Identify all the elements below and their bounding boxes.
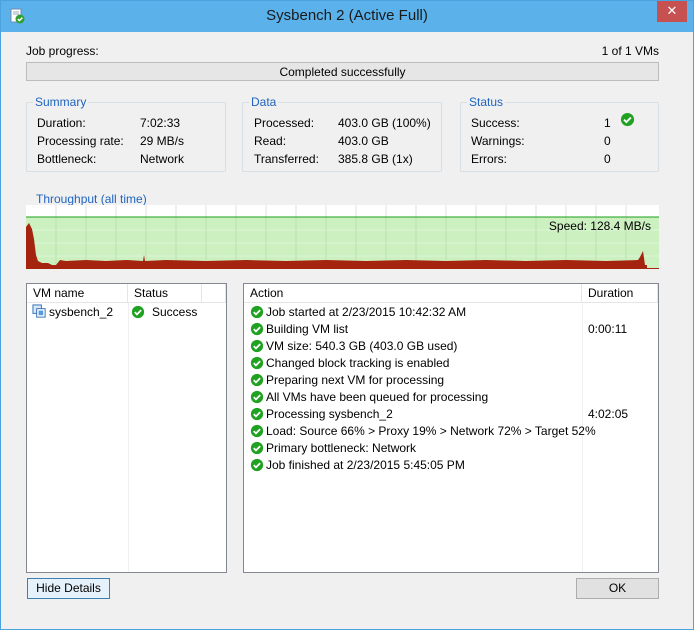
table-row[interactable]: Preparing next VM for processing (244, 372, 658, 389)
data-title: Data (249, 95, 279, 109)
summary-group: Summary Duration: 7:02:33 Processing rat… (26, 95, 226, 172)
column-header-vm-name[interactable]: VM name (27, 284, 128, 303)
action-log[interactable]: Action Duration Job started at 2/23/2015… (243, 283, 659, 573)
summary-title: Summary (33, 95, 89, 109)
dialog-body: Job progress: 1 of 1 VMs Completed succe… (9, 32, 685, 623)
success-check-icon (620, 112, 635, 127)
title-bar[interactable]: Sysbench 2 (Active Full) ✕ (1, 1, 693, 32)
status-label: Success: (471, 116, 520, 130)
success-check-icon (250, 322, 264, 336)
table-row[interactable]: Primary bottleneck: Network (244, 440, 658, 457)
speed-readout: Speed: 128.4 MB/s (548, 219, 651, 233)
hide-details-button[interactable]: Hide Details (27, 578, 110, 599)
data-label: Processed: (254, 116, 315, 130)
action-duration: 4:02:05 (588, 407, 629, 421)
progress-status-text: Completed successfully (279, 65, 406, 79)
summary-value: Network (140, 152, 185, 166)
vm-name: sysbench_2 (49, 305, 114, 319)
action-text: Changed block tracking is enabled (266, 356, 450, 370)
status-value: 1 (604, 116, 611, 130)
job-progress-bar: Completed successfully (26, 62, 659, 81)
column-header-filler (202, 284, 226, 303)
success-check-icon (250, 424, 264, 438)
column-header-status[interactable]: Status (128, 284, 202, 303)
success-check-icon (250, 356, 264, 370)
table-row[interactable]: Job started at 2/23/2015 10:42:32 AM (244, 304, 658, 321)
success-check-icon (250, 390, 264, 404)
table-row[interactable]: Load: Source 66% > Proxy 19% > Network 7… (244, 423, 658, 440)
data-value: 385.8 GB (1x) (338, 152, 413, 166)
success-check-icon (250, 407, 264, 421)
success-check-icon (250, 305, 264, 319)
action-text: All VMs have been queued for processing (266, 390, 489, 404)
status-value: 0 (604, 134, 611, 148)
status-value: 0 (604, 152, 611, 166)
table-row[interactable]: Job finished at 2/23/2015 5:45:05 PM (244, 457, 658, 474)
success-check-icon (250, 373, 264, 387)
summary-label: Bottleneck: (37, 152, 97, 166)
action-text: Job finished at 2/23/2015 5:45:05 PM (266, 458, 465, 472)
success-check-icon (131, 305, 145, 319)
vm-count: 1 of 1 VMs (601, 44, 659, 58)
column-header-duration[interactable]: Duration (582, 284, 658, 303)
status-label: Errors: (471, 152, 507, 166)
action-text: Processing sysbench_2 (266, 407, 393, 421)
status-title: Status (467, 95, 506, 109)
table-row[interactable]: sysbench_2 Success (27, 304, 226, 321)
action-text: Job started at 2/23/2015 10:42:32 AM (266, 305, 467, 319)
table-row[interactable]: All VMs have been queued for processing (244, 389, 658, 406)
data-label: Transferred: (254, 152, 319, 166)
action-duration: 0:00:11 (588, 322, 628, 336)
table-row[interactable]: Building VM list 0:00:11 (244, 321, 658, 338)
summary-value: 29 MB/s (140, 134, 185, 148)
vm-list[interactable]: VM name Status sysbench_2 Success (26, 283, 227, 573)
action-text: Load: Source 66% > Proxy 19% > Network 7… (266, 424, 596, 438)
throughput-graph (26, 205, 659, 269)
data-group: Data Processed: 403.0 GB (100%) Read: 40… (242, 95, 442, 172)
success-check-icon (250, 458, 264, 472)
summary-label: Processing rate: (37, 134, 124, 148)
summary-value: 7:02:33 (140, 116, 181, 130)
status-label: Warnings: (471, 134, 525, 148)
action-text: VM size: 540.3 GB (403.0 GB used) (266, 339, 458, 353)
table-row[interactable]: Changed block tracking is enabled (244, 355, 658, 372)
column-divider (128, 303, 129, 572)
throughput-title: Throughput (all time) (34, 192, 149, 206)
action-text: Primary bottleneck: Network (266, 441, 417, 455)
vm-icon (32, 304, 46, 318)
table-row[interactable]: VM size: 540.3 GB (403.0 GB used) (244, 338, 658, 355)
summary-label: Duration: (37, 116, 86, 130)
status-group: Status Success: 1 Warnings: 0 Errors: 0 (460, 95, 659, 172)
close-icon: ✕ (666, 3, 678, 18)
window-title: Sysbench 2 (Active Full) (266, 7, 428, 24)
action-text: Building VM list (266, 322, 349, 336)
ok-button[interactable]: OK (576, 578, 659, 599)
vm-status: Success (152, 305, 198, 319)
column-header-action[interactable]: Action (244, 284, 582, 303)
success-check-icon (250, 441, 264, 455)
data-label: Read: (254, 134, 287, 148)
close-button[interactable]: ✕ (657, 1, 687, 22)
job-progress-label: Job progress: (26, 44, 99, 58)
data-value: 403.0 GB (100%) (338, 116, 431, 130)
data-value: 403.0 GB (338, 134, 389, 148)
throughput-chart: Speed: 128.4 MB/s (26, 205, 659, 269)
action-text: Preparing next VM for processing (266, 373, 445, 387)
table-row[interactable]: Processing sysbench_2 4:02:05 (244, 406, 658, 423)
job-window: Sysbench 2 (Active Full) ✕ Job progress:… (0, 0, 694, 630)
success-check-icon (250, 339, 264, 353)
